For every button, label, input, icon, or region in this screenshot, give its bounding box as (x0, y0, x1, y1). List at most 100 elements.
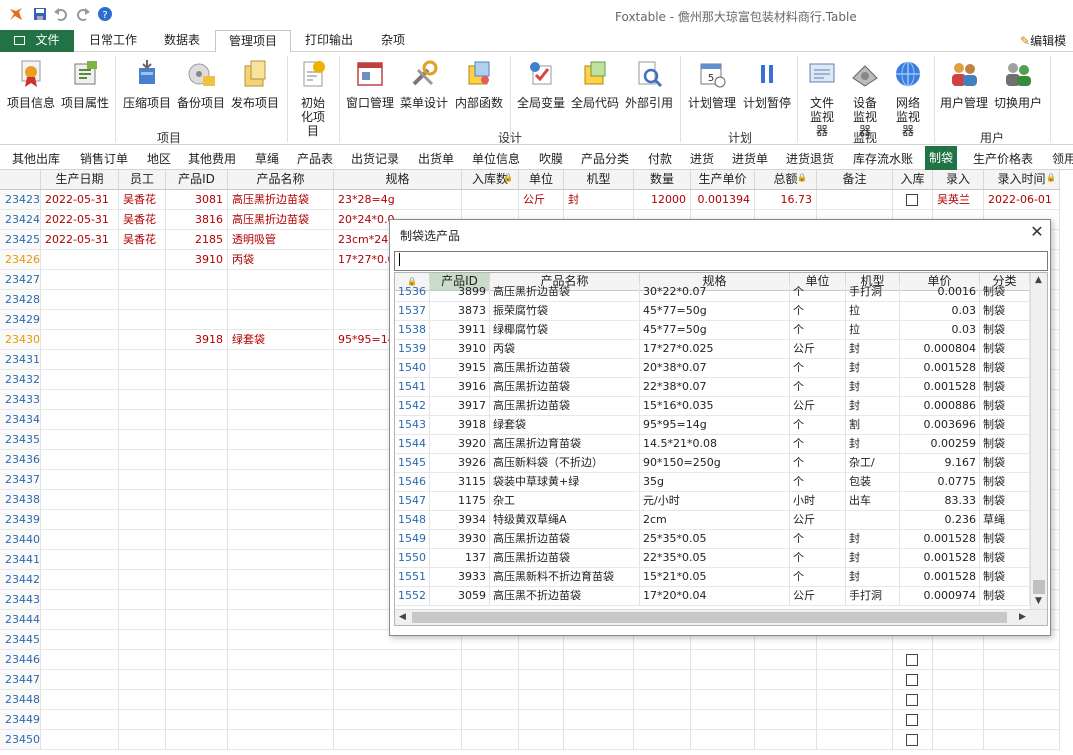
table-cell[interactable]: 丙袋 (490, 340, 640, 359)
table-cell[interactable]: 制袋 (980, 549, 1030, 568)
table-cell[interactable]: 制袋 (980, 397, 1030, 416)
table-cell[interactable] (119, 690, 166, 710)
table-cell[interactable] (228, 370, 334, 390)
project-properties-button[interactable]: 项目属性 (58, 58, 112, 110)
table-cell[interactable] (228, 390, 334, 410)
table-cell[interactable]: 封 (846, 378, 900, 397)
checkbox[interactable] (906, 674, 918, 686)
tab-file[interactable]: 文件 (0, 30, 74, 52)
table-cell[interactable] (166, 730, 228, 750)
column-header[interactable]: 备注 (817, 170, 893, 190)
table-tab-15[interactable]: 库存流水账 (853, 150, 913, 167)
table-cell[interactable]: 17*20*0.04 (640, 587, 790, 606)
table-cell[interactable] (41, 370, 119, 390)
table-cell[interactable]: 1541 (395, 378, 430, 397)
table-cell[interactable] (166, 370, 228, 390)
table-cell[interactable]: 吴香花 (119, 210, 166, 230)
table-cell[interactable] (691, 690, 755, 710)
table-cell[interactable] (119, 250, 166, 270)
table-cell[interactable]: 个 (790, 473, 846, 492)
table-cell[interactable]: 绿椰腐竹袋 (490, 321, 640, 340)
switch-user-button[interactable]: 切换用户 (991, 58, 1045, 110)
row-number[interactable]: 23449 (0, 710, 41, 730)
table-cell[interactable]: 制袋 (980, 378, 1030, 397)
table-cell[interactable] (41, 670, 119, 690)
table-cell[interactable]: 3910 (166, 250, 228, 270)
table-cell[interactable]: 公斤 (790, 587, 846, 606)
table-cell[interactable]: 制袋 (980, 302, 1030, 321)
table-cell[interactable] (41, 270, 119, 290)
table-cell[interactable]: 袋装中草球黄+绿 (490, 473, 640, 492)
tab-manage-project[interactable]: 管理项目 (215, 30, 291, 53)
table-cell[interactable] (564, 670, 634, 690)
table-cell[interactable]: 1539 (395, 340, 430, 359)
table-tab-0[interactable]: 其他出库 (12, 150, 60, 167)
table-cell[interactable]: 高压黑新料不折边育苗袋 (490, 568, 640, 587)
table-cell[interactable] (166, 270, 228, 290)
table-cell[interactable] (817, 670, 893, 690)
table-cell[interactable]: 高压黑折边育苗袋 (490, 435, 640, 454)
table-cell[interactable]: 割 (846, 416, 900, 435)
table-cell[interactable] (691, 710, 755, 730)
table-cell[interactable] (119, 270, 166, 290)
table-cell[interactable]: 高压黑折边苗袋 (490, 359, 640, 378)
table-cell[interactable]: 个 (790, 378, 846, 397)
table-cell[interactable]: 高压黑折边苗袋 (490, 549, 640, 568)
table-cell[interactable] (166, 570, 228, 590)
row-number[interactable]: 23432 (0, 370, 41, 390)
table-cell[interactable]: 0.0775 (900, 473, 980, 492)
table-cell[interactable] (119, 290, 166, 310)
table-cell[interactable] (334, 710, 462, 730)
global-variable-button[interactable]: 全局变量 (514, 58, 568, 110)
table-cell[interactable] (41, 350, 119, 370)
table-cell[interactable] (691, 650, 755, 670)
compress-project-button[interactable]: 压缩项目 (120, 58, 174, 110)
table-cell[interactable]: 1175 (430, 492, 490, 511)
table-cell[interactable] (984, 650, 1060, 670)
table-cell[interactable] (228, 310, 334, 330)
table-cell[interactable] (564, 710, 634, 730)
table-cell[interactable] (984, 730, 1060, 750)
table-tab-9[interactable]: 吹膜 (539, 150, 563, 167)
table-cell[interactable]: 封 (846, 435, 900, 454)
table-cell[interactable] (166, 410, 228, 430)
table-cell[interactable] (166, 290, 228, 310)
table-cell[interactable] (893, 730, 933, 750)
table-cell[interactable] (634, 650, 691, 670)
table-cell[interactable] (462, 670, 519, 690)
table-cell[interactable] (462, 690, 519, 710)
table-cell[interactable]: 3918 (166, 330, 228, 350)
network-monitor-button[interactable]: 网络监视器 (886, 58, 930, 138)
table-cell[interactable]: 杂工 (490, 492, 640, 511)
table-cell[interactable] (334, 670, 462, 690)
table-cell[interactable] (166, 470, 228, 490)
scroll-thumb[interactable] (1033, 580, 1045, 594)
table-cell[interactable]: 15*16*0.035 (640, 397, 790, 416)
table-cell[interactable] (462, 190, 519, 210)
table-cell[interactable] (41, 710, 119, 730)
table-cell[interactable]: 45*77=50g (640, 321, 790, 340)
table-tab-5[interactable]: 产品表 (297, 150, 333, 167)
table-cell[interactable] (634, 730, 691, 750)
table-cell[interactable]: 3930 (430, 530, 490, 549)
table-cell[interactable]: 制袋 (980, 587, 1030, 606)
table-cell[interactable] (41, 630, 119, 650)
table-cell[interactable] (166, 670, 228, 690)
table-cell[interactable] (119, 610, 166, 630)
table-cell[interactable] (933, 690, 984, 710)
dialog-product-grid[interactable]: 🔒 产品ID 产品名称 规格 单位 机型 单价 分类 1536 3899 高压黑折边苗袋 30*22*… (394, 272, 1048, 626)
table-cell[interactable] (166, 510, 228, 530)
table-cell[interactable] (691, 730, 755, 750)
project-info-button[interactable]: 项目信息 (4, 58, 58, 110)
table-cell[interactable]: 25*35*0.05 (640, 530, 790, 549)
column-header[interactable]: 入库 (893, 170, 933, 190)
table-cell[interactable]: 封 (846, 530, 900, 549)
row-number[interactable]: 23425 (0, 230, 41, 250)
table-cell[interactable] (119, 590, 166, 610)
table-cell[interactable] (334, 650, 462, 670)
user-manage-button[interactable]: 用户管理 (937, 58, 991, 110)
table-cell[interactable] (228, 590, 334, 610)
table-tab-6[interactable]: 出货记录 (351, 150, 399, 167)
vertical-scrollbar[interactable]: ▲ ▼ (1030, 273, 1047, 609)
row-number[interactable]: 23444 (0, 610, 41, 630)
